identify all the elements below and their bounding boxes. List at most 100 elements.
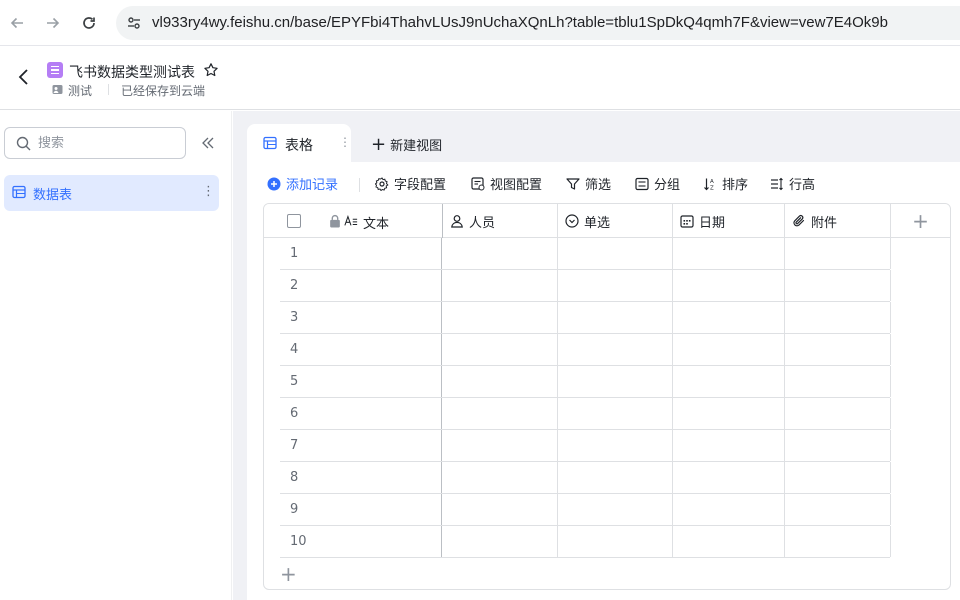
table-row[interactable]: 7 bbox=[280, 430, 891, 462]
table-cell[interactable] bbox=[443, 430, 558, 461]
sort-button[interactable]: AZ 排序 bbox=[703, 174, 748, 193]
table-cell[interactable] bbox=[785, 430, 891, 461]
browser-reload-button[interactable] bbox=[78, 12, 100, 34]
table-cell[interactable] bbox=[673, 462, 785, 493]
table-cell[interactable] bbox=[673, 302, 785, 333]
text-cell[interactable]: 6 bbox=[280, 398, 442, 429]
table-cell[interactable] bbox=[443, 526, 558, 557]
column-header-attachment[interactable]: 附件 bbox=[785, 204, 891, 238]
table-row[interactable]: 1 bbox=[280, 238, 891, 270]
more-icon[interactable]: ⋮ bbox=[339, 135, 351, 149]
column-name: 人员 bbox=[469, 215, 496, 231]
table-cell[interactable] bbox=[558, 462, 673, 493]
text-cell[interactable]: 8 bbox=[280, 462, 442, 493]
table-cell[interactable] bbox=[785, 302, 891, 333]
view-toolbar: 添加记录 字段配置 视图配置 筛选 分组 AZ 排序 行高 bbox=[247, 170, 960, 198]
back-button[interactable] bbox=[14, 67, 34, 87]
text-cell[interactable]: 4 bbox=[280, 334, 442, 365]
table-cell[interactable] bbox=[785, 270, 891, 301]
table-cell[interactable] bbox=[673, 238, 785, 269]
table-cell[interactable] bbox=[673, 494, 785, 525]
table-cell[interactable] bbox=[785, 462, 891, 493]
sidebar-search[interactable] bbox=[4, 127, 186, 159]
table-cell[interactable] bbox=[558, 302, 673, 333]
table-cell[interactable] bbox=[443, 270, 558, 301]
table-row[interactable]: 2 bbox=[280, 270, 891, 302]
table-cell[interactable] bbox=[673, 366, 785, 397]
text-cell[interactable]: 9 bbox=[280, 494, 442, 525]
address-bar[interactable]: vl933ry4wy.feishu.cn/base/EPYFbi4ThahvLU… bbox=[116, 6, 960, 40]
sidebar: 数据表 ⋮ bbox=[0, 111, 232, 600]
table-cell[interactable] bbox=[785, 398, 891, 429]
table-cell[interactable] bbox=[785, 366, 891, 397]
browser-forward-button[interactable] bbox=[42, 12, 64, 34]
table-cell[interactable] bbox=[785, 526, 891, 557]
text-cell[interactable]: 10 bbox=[280, 526, 442, 557]
filter-button[interactable]: 筛选 bbox=[566, 174, 611, 193]
text-cell[interactable]: 2 bbox=[280, 270, 442, 301]
table-row[interactable]: 4 bbox=[280, 334, 891, 366]
table-cell[interactable] bbox=[558, 334, 673, 365]
more-icon[interactable]: ⋮ bbox=[202, 184, 215, 199]
collapse-sidebar-icon[interactable] bbox=[200, 135, 216, 151]
text-cell[interactable]: 1 bbox=[280, 238, 442, 269]
table-cell[interactable] bbox=[443, 398, 558, 429]
select-all-checkbox[interactable] bbox=[287, 214, 301, 228]
field-config-button[interactable]: 字段配置 bbox=[375, 174, 446, 193]
table-cell[interactable] bbox=[785, 494, 891, 525]
table-row[interactable]: 3 bbox=[280, 302, 891, 334]
workspace-name[interactable]: 测试 bbox=[68, 82, 92, 99]
row-height-button[interactable]: 行高 bbox=[770, 174, 815, 193]
table-cell[interactable] bbox=[673, 270, 785, 301]
table-row[interactable]: 10 bbox=[280, 526, 891, 558]
table-row[interactable]: 8 bbox=[280, 462, 891, 494]
add-column-button[interactable]: + bbox=[891, 204, 950, 238]
group-button[interactable]: 分组 bbox=[635, 174, 680, 193]
text-cell[interactable]: 5 bbox=[280, 366, 442, 397]
table-cell[interactable] bbox=[443, 366, 558, 397]
table-row[interactable]: 5 bbox=[280, 366, 891, 398]
star-icon[interactable] bbox=[203, 62, 219, 78]
search-input[interactable] bbox=[38, 133, 178, 153]
add-row-button[interactable]: + bbox=[280, 562, 297, 586]
text-cell[interactable]: 7 bbox=[280, 430, 442, 461]
doc-title[interactable]: 飞书数据类型测试表 bbox=[69, 62, 195, 82]
add-record-button[interactable]: 添加记录 bbox=[267, 174, 338, 193]
new-view-button[interactable]: + 新建视图 bbox=[371, 135, 442, 154]
table-cell[interactable] bbox=[558, 270, 673, 301]
table-cell[interactable] bbox=[558, 366, 673, 397]
table-cell[interactable] bbox=[443, 238, 558, 269]
filter-label: 筛选 bbox=[585, 178, 612, 193]
table-cell[interactable] bbox=[558, 238, 673, 269]
table-cell[interactable] bbox=[785, 334, 891, 365]
table-cell[interactable] bbox=[558, 494, 673, 525]
sidebar-item-table[interactable]: 数据表 ⋮ bbox=[4, 175, 219, 211]
table-cell[interactable] bbox=[673, 398, 785, 429]
row-height-icon bbox=[771, 177, 783, 190]
table-row[interactable]: 6 bbox=[280, 398, 891, 430]
table-cell[interactable] bbox=[673, 430, 785, 461]
table-cell[interactable] bbox=[443, 334, 558, 365]
table-cell[interactable] bbox=[443, 462, 558, 493]
column-header-date[interactable]: 日期 bbox=[673, 204, 785, 238]
view-config-button[interactable]: 视图配置 bbox=[471, 174, 542, 193]
column-header-text[interactable]: 文本 bbox=[264, 204, 443, 238]
table-cell[interactable] bbox=[443, 302, 558, 333]
table-cell[interactable] bbox=[785, 238, 891, 269]
table-cell[interactable] bbox=[558, 398, 673, 429]
column-header-single-select[interactable]: 单选 bbox=[558, 204, 673, 238]
table-cell[interactable] bbox=[558, 526, 673, 557]
meta-divider bbox=[108, 84, 109, 95]
tab-grid-view[interactable]: 表格 ⋮ bbox=[247, 124, 351, 162]
main-area: 表格 ⋮ + 新建视图 添加记录 字段配置 视图配置 筛选 分组 A Z 排序 … bbox=[233, 111, 960, 600]
table-cell[interactable] bbox=[673, 526, 785, 557]
browser-back-button[interactable] bbox=[6, 12, 28, 34]
table-row[interactable]: 9 bbox=[280, 494, 891, 526]
text-cell[interactable]: 3 bbox=[280, 302, 442, 333]
site-settings-icon[interactable] bbox=[122, 11, 146, 35]
table-cell[interactable] bbox=[443, 494, 558, 525]
table-cell[interactable] bbox=[558, 430, 673, 461]
column-header-person[interactable]: 人员 bbox=[443, 204, 558, 238]
url-text[interactable]: vl933ry4wy.feishu.cn/base/EPYFbi4ThahvLU… bbox=[152, 14, 888, 31]
table-cell[interactable] bbox=[673, 334, 785, 365]
